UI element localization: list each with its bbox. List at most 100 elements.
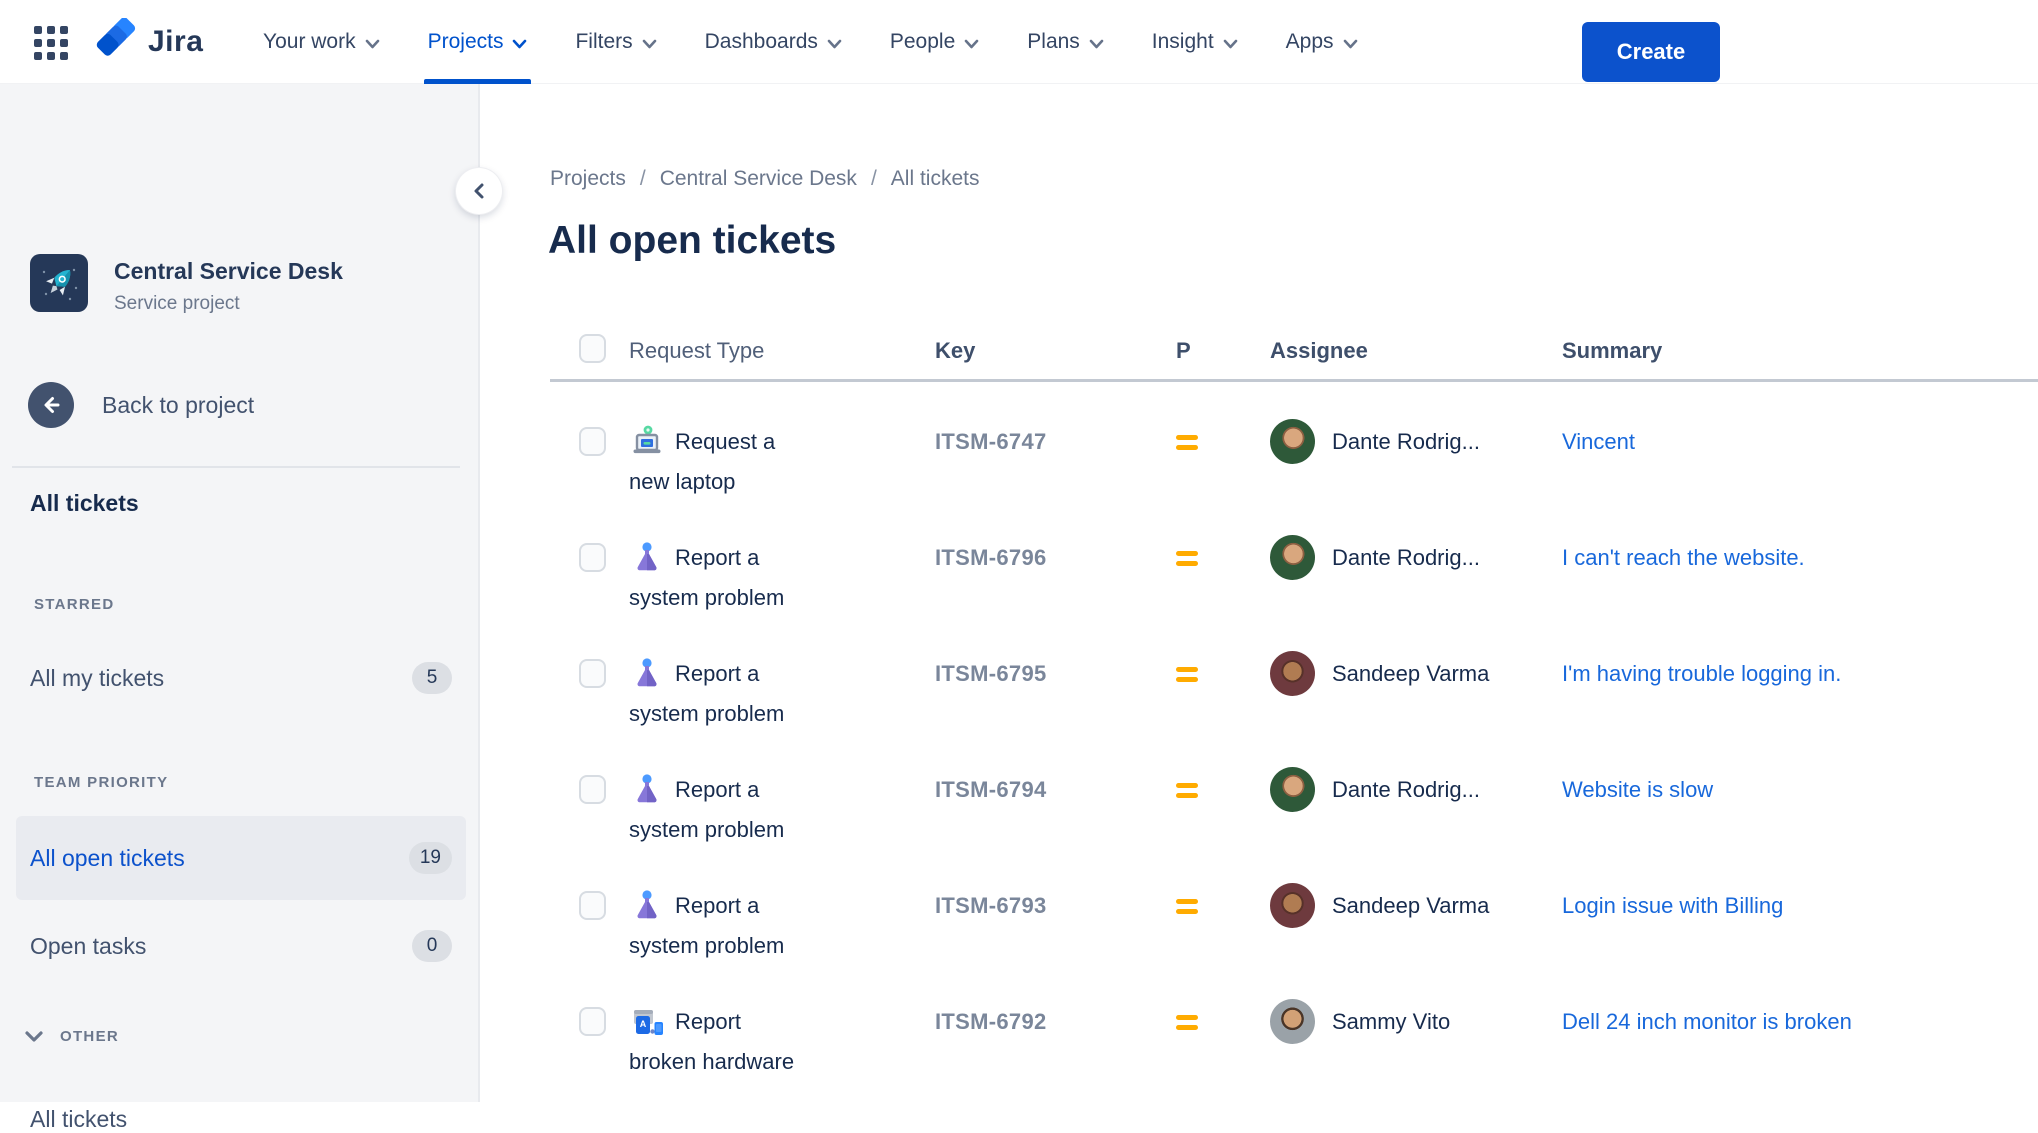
nav-item-insight[interactable]: Insight	[1152, 0, 1238, 84]
avatar-dante	[1270, 535, 1315, 580]
sidebar-section-starred: STARRED	[34, 596, 115, 613]
svg-text:A: A	[640, 1019, 647, 1029]
column-header-key: Key	[935, 338, 976, 363]
column-header-priority: P	[1176, 338, 1191, 363]
sidebar-section-team-priority: TEAM PRIORITY	[34, 774, 169, 791]
row-checkbox[interactable]	[579, 775, 606, 804]
project-header: Central Service Desk Service project	[30, 254, 343, 315]
nav-item-people[interactable]: People	[890, 0, 979, 84]
back-to-project-label: Back to project	[102, 391, 255, 418]
nav-item-filters[interactable]: Filters	[575, 0, 656, 84]
primary-navigation: Your work Projects Filters Dashboards Pe…	[263, 0, 1358, 84]
project-sidebar: Central Service Desk Service project Bac…	[0, 84, 480, 1132]
request-type-cell: Report a system problem	[629, 770, 814, 850]
page-title: All open tickets	[548, 219, 837, 262]
issue-key: ITSM-6747	[935, 429, 1047, 454]
summary-cell: Dell 24 inch monitor is broken	[1562, 1002, 2038, 1042]
sidebar-collapse-button[interactable]	[456, 168, 502, 214]
avatar-sammy	[1270, 999, 1315, 1044]
row-checkbox[interactable]	[579, 543, 606, 572]
priority-medium-icon	[1176, 1015, 1198, 1030]
assignee-name: Dante Rodrig...	[1332, 544, 1480, 570]
system-problem-icon	[629, 887, 665, 923]
request-type-cell: Report a system problem	[629, 886, 814, 966]
assignee-name: Sammy Vito	[1332, 1008, 1451, 1034]
issue-key: ITSM-6793	[935, 893, 1047, 918]
column-header-assignee: Assignee	[1270, 338, 1368, 363]
laptop-request-icon	[629, 423, 665, 459]
request-type-cell: Request a new laptop	[629, 422, 814, 502]
avatar-sandeep	[1270, 883, 1315, 928]
summary-link[interactable]: Login issue with Billing	[1562, 893, 1783, 918]
tickets-table: Request Type Key P Assignee Summary Requ…	[550, 323, 2038, 1094]
row-checkbox[interactable]	[579, 891, 606, 920]
sidebar-section-other-toggle[interactable]: OTHER	[24, 1028, 119, 1045]
summary-link[interactable]: I'm having trouble logging in.	[1562, 661, 1841, 686]
summary-link[interactable]: Vincent	[1562, 429, 1635, 454]
sidebar-divider	[12, 466, 460, 468]
jira-logo[interactable]: Jira	[96, 0, 203, 84]
chevron-down-icon	[513, 39, 527, 48]
breadcrumb-queue[interactable]: All tickets	[891, 167, 980, 191]
request-type-cell: Report a system problem	[629, 538, 814, 618]
system-problem-icon	[629, 539, 665, 575]
assignee-cell: Sandeep Varma	[1270, 651, 1562, 696]
nav-item-apps[interactable]: Apps	[1286, 0, 1358, 84]
row-checkbox[interactable]	[579, 427, 606, 456]
breadcrumb-project[interactable]: Central Service Desk	[660, 167, 857, 191]
chevron-down-icon	[1223, 39, 1237, 48]
nav-item-your-work[interactable]: Your work	[263, 0, 380, 84]
priority-medium-icon	[1176, 551, 1198, 566]
chevron-down-icon	[1089, 39, 1104, 48]
count-badge: 0	[412, 930, 452, 962]
project-name: Central Service Desk	[114, 258, 343, 284]
priority-medium-icon	[1176, 783, 1198, 798]
assignee-name: Sandeep Varma	[1332, 660, 1490, 686]
assignee-name: Dante Rodrig...	[1332, 428, 1480, 454]
ticket-row: Report a system problem ITSM-6793 Sandee…	[550, 862, 2038, 978]
nav-item-projects[interactable]: Projects	[423, 0, 532, 84]
summary-cell: Vincent	[1562, 422, 2038, 462]
create-button[interactable]: Create	[1582, 22, 1720, 82]
main-content: Projects / Central Service Desk / All ti…	[482, 85, 2038, 1102]
row-checkbox[interactable]	[579, 659, 606, 688]
assignee-cell: Sandeep Varma	[1270, 883, 1562, 928]
project-avatar-rocket-icon	[30, 254, 88, 312]
arrow-left-icon	[28, 382, 74, 428]
chevron-down-icon	[365, 39, 379, 48]
summary-link[interactable]: Dell 24 inch monitor is broken	[1562, 1009, 1852, 1034]
ticket-row: Request a new laptop ITSM-6747 Dante Rod…	[550, 398, 2038, 514]
sidebar-item-open-tasks[interactable]: Open tasks 0	[16, 914, 466, 978]
breadcrumb-projects[interactable]: Projects	[550, 167, 626, 191]
ticket-row: Report a system problem ITSM-6795 Sandee…	[550, 630, 2038, 746]
summary-link[interactable]: I can't reach the website.	[1562, 545, 1805, 570]
column-header-summary: Summary	[1562, 338, 1663, 363]
breadcrumb: Projects / Central Service Desk / All ti…	[550, 167, 980, 191]
sidebar-item-all-open-tickets[interactable]: All open tickets 19	[16, 816, 466, 900]
project-type: Service project	[114, 293, 240, 314]
system-problem-icon	[629, 771, 665, 807]
priority-medium-icon	[1176, 435, 1198, 450]
chevron-down-icon	[25, 1031, 43, 1042]
nav-item-dashboards[interactable]: Dashboards	[705, 0, 842, 84]
sidebar-item-all-tickets[interactable]: All tickets	[30, 490, 139, 517]
sidebar-item-all-my-tickets[interactable]: All my tickets 5	[16, 646, 466, 710]
select-all-checkbox[interactable]	[579, 334, 606, 363]
assignee-name: Sandeep Varma	[1332, 892, 1490, 918]
back-to-project-button[interactable]: Back to project	[28, 382, 254, 428]
chevron-down-icon	[827, 39, 842, 48]
issue-key: ITSM-6792	[935, 1009, 1047, 1034]
table-body: Request a new laptop ITSM-6747 Dante Rod…	[550, 398, 2038, 1094]
ticket-row: A Report broken hardware ITSM-6792 Sammy…	[550, 978, 2038, 1094]
system-problem-icon	[629, 655, 665, 691]
ticket-row: Report a system problem ITSM-6796 Dante …	[550, 514, 2038, 630]
chevron-down-icon	[1343, 39, 1357, 48]
jira-logo-icon	[96, 16, 140, 67]
sidebar-item-all-tickets-other[interactable]: All tickets	[30, 1106, 127, 1133]
row-checkbox[interactable]	[579, 1007, 606, 1036]
app-switcher-icon[interactable]	[28, 20, 74, 66]
summary-cell: I can't reach the website.	[1562, 538, 2038, 578]
summary-link[interactable]: Website is slow	[1562, 777, 1713, 802]
nav-item-plans[interactable]: Plans	[1027, 0, 1104, 84]
count-badge: 5	[412, 662, 452, 694]
